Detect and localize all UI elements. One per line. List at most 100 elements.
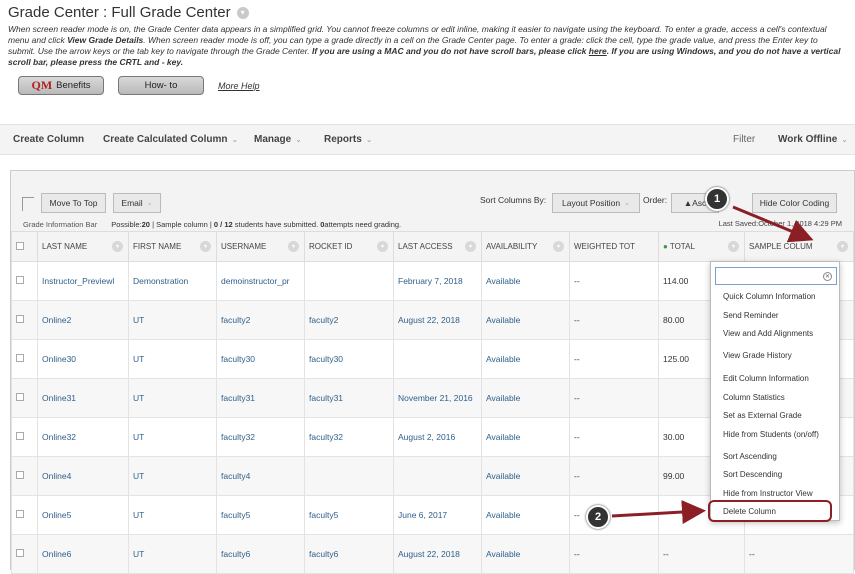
table-cell[interactable]: faculty6 xyxy=(304,534,394,574)
table-cell[interactable]: faculty2 xyxy=(304,300,394,340)
chevron-down-icon[interactable]: ▾ xyxy=(837,241,848,252)
table-cell[interactable]: faculty32 xyxy=(216,417,305,457)
table-cell[interactable] xyxy=(304,456,394,496)
table-cell[interactable]: Demonstration xyxy=(128,261,217,301)
table-cell[interactable]: Available xyxy=(481,378,570,418)
table-cell[interactable]: August 2, 2016 xyxy=(393,417,482,457)
table-cell[interactable]: Available xyxy=(481,300,570,340)
table-cell[interactable]: Available xyxy=(481,534,570,574)
table-cell[interactable]: faculty31 xyxy=(216,378,305,418)
here-link[interactable]: here xyxy=(589,46,607,56)
column-header[interactable]: SAMPLE COLUM ▾ xyxy=(744,231,854,262)
table-cell[interactable]: UT xyxy=(128,378,217,418)
row-checkbox[interactable] xyxy=(16,276,24,284)
chevron-down-icon[interactable]: ▾ xyxy=(465,241,476,252)
table-cell[interactable]: UT xyxy=(128,456,217,496)
email-menu[interactable]: Email ⌄ xyxy=(113,193,161,213)
table-cell[interactable]: February 7, 2018 xyxy=(393,261,482,301)
row-checkbox-cell[interactable] xyxy=(11,378,38,418)
more-help-link[interactable]: More Help xyxy=(218,81,260,91)
create-calculated-column-menu[interactable]: Create Calculated Column ⌄ xyxy=(103,134,238,145)
column-header[interactable]: WEIGHTED TOT xyxy=(569,231,659,262)
row-checkbox[interactable] xyxy=(16,393,24,401)
table-cell[interactable]: faculty30 xyxy=(216,339,305,379)
row-checkbox-cell[interactable] xyxy=(11,495,38,535)
row-checkbox-cell[interactable] xyxy=(11,261,38,301)
column-header[interactable]: ● TOTAL ▾ xyxy=(658,231,745,262)
table-cell[interactable]: June 6, 2017 xyxy=(393,495,482,535)
column-header[interactable]: ROCKET ID ▾ xyxy=(304,231,394,262)
column-header[interactable]: FIRST NAME ▾ xyxy=(128,231,217,262)
table-cell[interactable]: faculty31 xyxy=(304,378,394,418)
select-all-checkbox-cell[interactable] xyxy=(11,231,38,262)
table-cell[interactable]: Online30 xyxy=(37,339,129,379)
row-checkbox-cell[interactable] xyxy=(11,417,38,457)
chevron-down-icon[interactable]: ▾ xyxy=(200,241,211,252)
table-cell[interactable]: faculty32 xyxy=(304,417,394,457)
table-cell[interactable] xyxy=(304,261,394,301)
table-cell[interactable]: -- xyxy=(569,495,659,535)
work-offline-menu[interactable]: Work Offline ⌄ xyxy=(778,134,848,145)
table-cell[interactable]: Available xyxy=(481,339,570,379)
table-row[interactable]: Online6 UT faculty6 faculty6 August 22, 2018… xyxy=(11,534,854,574)
menu-item[interactable]: Quick Column Information xyxy=(723,292,815,301)
menu-search-input[interactable]: ✕ xyxy=(715,267,837,285)
row-checkbox[interactable] xyxy=(16,510,24,518)
table-cell[interactable]: -- xyxy=(569,261,659,301)
chevron-down-icon[interactable]: ▾ xyxy=(553,241,564,252)
qm-benefits-button[interactable]: QM Benefits xyxy=(18,76,104,95)
row-checkbox[interactable] xyxy=(16,354,24,362)
create-column-button[interactable]: Create Column xyxy=(13,134,84,145)
menu-item[interactable]: View and Add Alignments xyxy=(723,329,813,338)
table-cell[interactable]: -- xyxy=(569,534,659,574)
chevron-down-icon[interactable]: ▾ xyxy=(288,241,299,252)
table-cell[interactable]: UT xyxy=(128,534,217,574)
chevron-down-icon[interactable]: ▾ xyxy=(236,6,249,19)
menu-item[interactable]: Sort Descending xyxy=(723,470,782,479)
table-cell[interactable]: Instructor_Previewl xyxy=(37,261,129,301)
table-cell[interactable]: August 22, 2018 xyxy=(393,300,482,340)
table-cell[interactable]: faculty2 xyxy=(216,300,305,340)
chevron-down-icon[interactable]: ▾ xyxy=(728,241,739,252)
menu-item[interactable]: Sort Ascending xyxy=(723,452,777,461)
table-cell[interactable]: -- xyxy=(569,378,659,418)
row-checkbox-cell[interactable] xyxy=(11,534,38,574)
table-cell[interactable]: Available xyxy=(481,456,570,496)
table-cell[interactable]: faculty4 xyxy=(216,456,305,496)
table-cell[interactable]: UT xyxy=(128,417,217,457)
table-cell[interactable]: UT xyxy=(128,300,217,340)
move-to-top-button[interactable]: Move To Top xyxy=(41,193,106,213)
table-cell[interactable] xyxy=(393,339,482,379)
how-to-button[interactable]: How- to xyxy=(118,76,204,95)
menu-item[interactable]: Hide from Students (on/off) xyxy=(723,430,819,439)
table-cell[interactable]: -- xyxy=(658,534,745,574)
filter-button[interactable]: Filter xyxy=(733,134,755,145)
column-header[interactable]: LAST NAME ▾ xyxy=(37,231,129,262)
table-cell[interactable]: August 22, 2018 xyxy=(393,534,482,574)
table-cell[interactable]: UT xyxy=(128,339,217,379)
table-cell[interactable]: faculty6 xyxy=(216,534,305,574)
table-cell[interactable]: -- xyxy=(569,456,659,496)
manage-menu[interactable]: Manage ⌄ xyxy=(254,134,302,145)
table-cell[interactable]: faculty5 xyxy=(216,495,305,535)
table-cell[interactable]: November 21, 2016 xyxy=(393,378,482,418)
row-checkbox-cell[interactable] xyxy=(11,300,38,340)
row-checkbox[interactable] xyxy=(16,549,24,557)
table-cell[interactable]: faculty30 xyxy=(304,339,394,379)
layout-position-select[interactable]: Layout Position ⌄ xyxy=(552,193,640,213)
column-header[interactable]: USERNAME ▾ xyxy=(216,231,305,262)
row-checkbox[interactable] xyxy=(16,315,24,323)
clear-icon[interactable]: ✕ xyxy=(823,272,832,281)
select-all-checkbox[interactable] xyxy=(16,241,24,250)
menu-item[interactable]: View Grade History xyxy=(723,351,792,360)
table-cell[interactable]: -- xyxy=(569,300,659,340)
table-cell[interactable]: Online2 xyxy=(37,300,129,340)
table-cell[interactable]: faculty5 xyxy=(304,495,394,535)
menu-item[interactable]: Hide from Instructor View xyxy=(723,489,813,498)
hide-color-coding-button[interactable]: Hide Color Coding xyxy=(752,193,837,213)
table-cell[interactable]: demoinstructor_pr xyxy=(216,261,305,301)
column-header[interactable]: AVAILABILITY ▾ xyxy=(481,231,570,262)
row-checkbox-cell[interactable] xyxy=(11,339,38,379)
menu-item[interactable]: Send Reminder xyxy=(723,311,779,320)
menu-item[interactable]: Column Statistics xyxy=(723,393,785,402)
